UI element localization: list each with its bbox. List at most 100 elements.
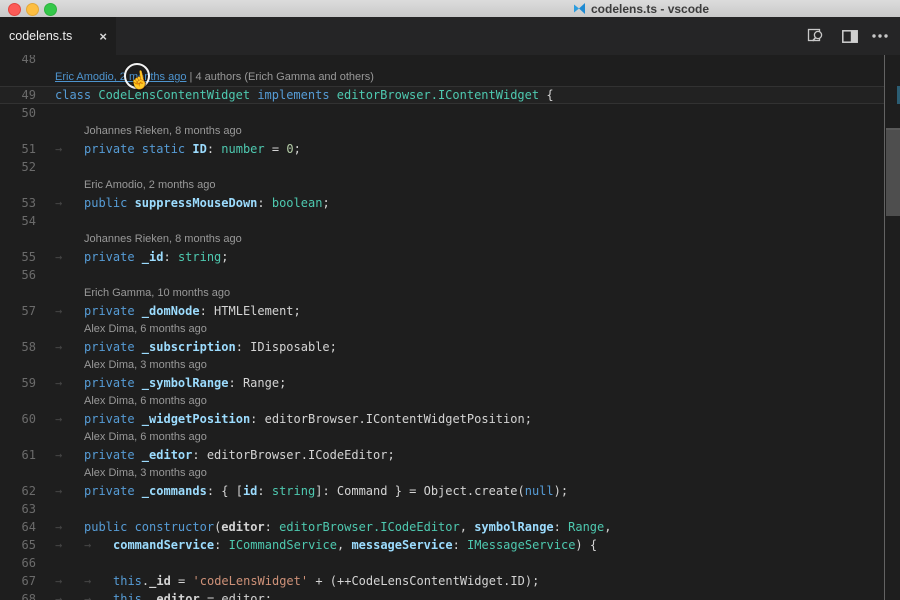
code-line: 56 (0, 266, 884, 284)
code-token: ICommandService (229, 538, 337, 552)
code-token: , (460, 520, 474, 534)
whitespace-tab-arrow-icon: → (55, 518, 84, 536)
whitespace-tab-arrow-icon: → (55, 374, 84, 392)
code-token: = (171, 574, 193, 588)
code-token: private (84, 448, 142, 462)
code-token: = editor; (200, 592, 272, 600)
line-number: 60 (0, 410, 36, 428)
code-token: constructor (135, 520, 214, 534)
codelens-annotation: Alex Dima, 3 months ago (0, 356, 884, 374)
codelens-annotation: Johannes Rieken, 8 months ago (0, 122, 884, 140)
code-token: CodeLensContentWidget (98, 88, 250, 102)
whitespace-tab-arrow-icon: → (55, 446, 84, 464)
code-token: class (55, 88, 98, 102)
line-number: 66 (0, 554, 36, 572)
code-token: _commands (142, 484, 207, 498)
vertical-scrollbar-thumb[interactable] (886, 128, 900, 216)
code-token: : editorBrowser.IContentWidgetPosition; (250, 412, 532, 426)
code-lines: 48Eric Amodio, 2 months ago | 4 authors … (0, 55, 884, 600)
code-line: 57→private _domNode: HTMLElement; (0, 302, 884, 320)
codelens-annotation: Eric Amodio, 2 months ago (0, 176, 884, 194)
line-number (0, 68, 36, 86)
tab-codelens-ts[interactable]: codelens.ts × (0, 17, 116, 55)
more-actions-button[interactable] (868, 25, 892, 47)
codelens-annotation: Johannes Rieken, 8 months ago (0, 230, 884, 248)
line-number (0, 428, 36, 446)
minimize-window-button[interactable] (26, 3, 39, 16)
whitespace-tab-arrow-icon: → (55, 338, 84, 356)
code-line: 65→→commandService: ICommandService, mes… (0, 536, 884, 554)
code-token: public (84, 196, 135, 210)
codelens-text: Alex Dima, 3 months ago (84, 467, 207, 479)
code-token: symbolRange (474, 520, 553, 534)
line-number: 63 (0, 500, 36, 518)
codelens-link[interactable]: Eric Amodio, 2 months ago (55, 71, 186, 83)
vscode-window: codelens.ts - vscode codelens.ts × (0, 0, 900, 600)
whitespace-tab-arrow-icon: → (55, 482, 84, 500)
line-number: 49 (0, 86, 36, 104)
codelens-text: Alex Dima, 6 months ago (84, 395, 207, 407)
code-line: 61→private _editor: editorBrowser.ICodeE… (0, 446, 884, 464)
codelens-annotation: Alex Dima, 6 months ago (0, 320, 884, 338)
codelens-text: | 4 authors (Erich Gamma and others) (186, 71, 374, 83)
code-token: : (163, 250, 177, 264)
editor-pane[interactable]: 48Eric Amodio, 2 months ago | 4 authors … (0, 55, 900, 600)
line-number: 54 (0, 212, 36, 230)
code-token: IMessageService (467, 538, 575, 552)
open-preview-button[interactable] (804, 25, 828, 47)
code-token: ; (322, 196, 329, 210)
line-number: 57 (0, 302, 36, 320)
code-token: private (84, 250, 142, 264)
titlebar[interactable]: codelens.ts - vscode (0, 0, 900, 18)
code-token: 'codeLensWidget' (193, 574, 309, 588)
code-token: ]: Command } = Object.create( (315, 484, 525, 498)
codelens-text: Johannes Rieken, 8 months ago (84, 233, 242, 245)
code-token: : (257, 484, 271, 498)
code-token: private (84, 304, 142, 318)
code-line: 66 (0, 554, 884, 572)
line-number: 65 (0, 536, 36, 554)
code-token: : (207, 142, 221, 156)
window-title: codelens.ts - vscode (591, 2, 709, 16)
line-number: 58 (0, 338, 36, 356)
line-number (0, 230, 36, 248)
code-token: _editor (142, 448, 193, 462)
code-line: 58→private _subscription: IDisposable; (0, 338, 884, 356)
line-number (0, 284, 36, 302)
code-token: number (221, 142, 264, 156)
code-token: static (142, 142, 193, 156)
line-number (0, 392, 36, 410)
code-token: : (214, 538, 228, 552)
code-token: ID (192, 142, 206, 156)
whitespace-tab-arrow-icon: → (84, 536, 113, 554)
code-token: : editorBrowser.ICodeEditor; (192, 448, 394, 462)
close-window-button[interactable] (8, 3, 21, 16)
code-token: ) { (575, 538, 597, 552)
codelens-annotation: Alex Dima, 3 months ago (0, 464, 884, 482)
code-token: _symbolRange (142, 376, 229, 390)
line-number: 68 (0, 590, 36, 600)
zoom-window-button[interactable] (44, 3, 57, 16)
code-token: ); (554, 484, 568, 498)
line-number (0, 356, 36, 374)
code-token: Range (568, 520, 604, 534)
code-token: _editor (149, 592, 200, 600)
whitespace-tab-arrow-icon: → (55, 302, 84, 320)
open-preview-icon (807, 28, 825, 44)
whitespace-tab-arrow-icon: → (55, 572, 84, 590)
line-number (0, 176, 36, 194)
tab-close-icon[interactable]: × (99, 29, 107, 44)
code-token: : IDisposable; (236, 340, 337, 354)
tab-bar: codelens.ts × (0, 17, 900, 55)
line-number (0, 464, 36, 482)
code-token: editor (221, 520, 264, 534)
code-line: 52 (0, 158, 884, 176)
code-token: private (84, 376, 142, 390)
code-token: private (84, 340, 142, 354)
split-editor-button[interactable] (838, 25, 862, 47)
codelens-text: Alex Dima, 3 months ago (84, 359, 207, 371)
code-token: _id (142, 250, 164, 264)
code-token: string (272, 484, 315, 498)
line-number: 55 (0, 248, 36, 266)
code-token: this (113, 574, 142, 588)
